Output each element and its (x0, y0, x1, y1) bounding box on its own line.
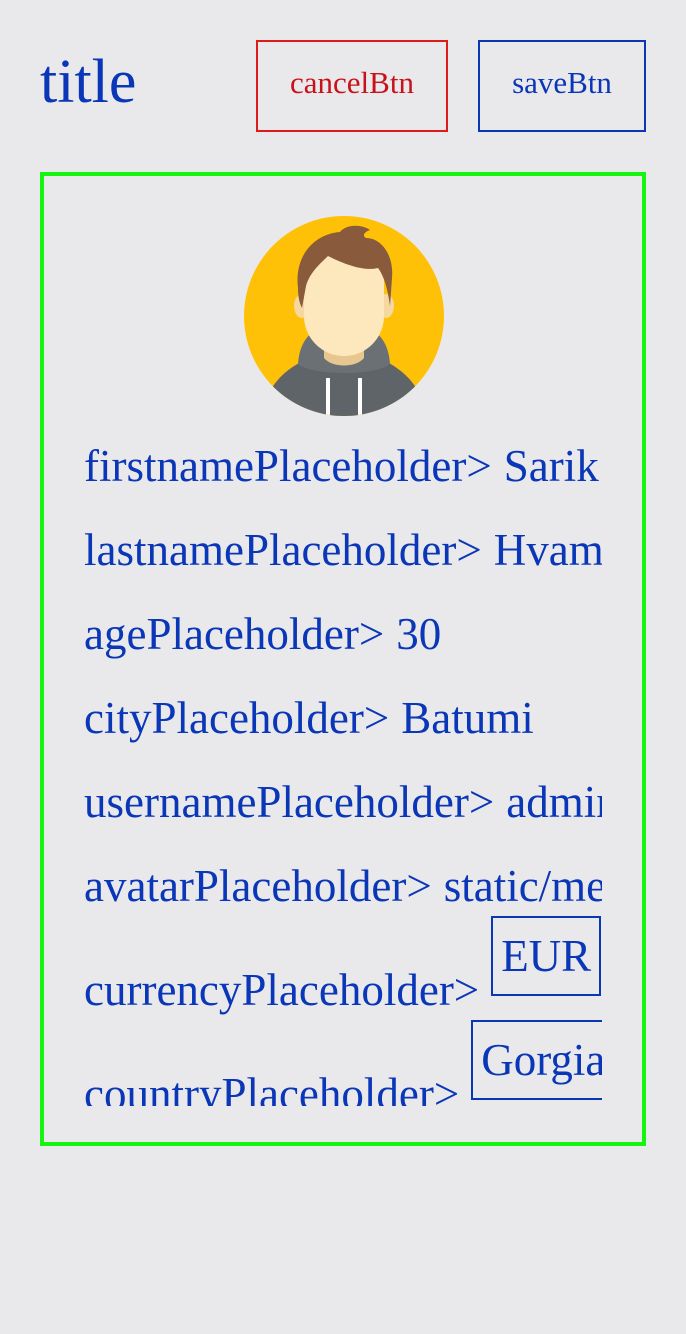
profile-fields: firstnamePlaceholder> Sarik lastnamePlac… (84, 424, 602, 1106)
country-label: countryPlaceholder> (84, 1069, 460, 1106)
firstname-row: firstnamePlaceholder> Sarik (84, 424, 599, 508)
age-row: agePlaceholder> 30 (84, 592, 441, 676)
avatar-label: avatarPlaceholder> (84, 861, 432, 911)
firstname-value[interactable]: Sarik (504, 440, 599, 492)
avatar-value[interactable]: static/media/avatar.png (444, 860, 602, 912)
username-label: usernamePlaceholder> (84, 777, 495, 827)
firstname-label: firstnamePlaceholder> (84, 441, 492, 491)
user-avatar-icon (244, 216, 444, 416)
lastname-row: lastnamePlaceholder> Hvamazov (84, 508, 602, 592)
age-label: agePlaceholder> (84, 609, 385, 659)
city-row: cityPlaceholder> Batumi (84, 676, 534, 760)
lastname-label: lastnamePlaceholder> (84, 525, 482, 575)
profile-card: firstnamePlaceholder> Sarik lastnamePlac… (40, 172, 646, 1146)
currency-label: currencyPlaceholder> (84, 965, 480, 1015)
country-select[interactable]: Gorgia (471, 1020, 602, 1100)
edit-profile-screen: title cancelBtn saveBtn firstnamePlaceho… (0, 0, 686, 1334)
currency-select[interactable]: EUR (491, 916, 602, 996)
cancel-button[interactable]: cancelBtn (256, 40, 448, 132)
page-title: title (40, 48, 137, 116)
username-value[interactable]: admin (506, 776, 602, 828)
city-value[interactable]: Batumi (401, 692, 534, 744)
age-value[interactable]: 30 (396, 608, 441, 660)
city-label: cityPlaceholder> (84, 693, 390, 743)
country-row: countryPlaceholder> Gorgia (84, 1020, 602, 1106)
lastname-value[interactable]: Hvamazov (494, 524, 602, 576)
save-button[interactable]: saveBtn (478, 40, 646, 132)
username-row: usernamePlaceholder> admin (84, 760, 602, 844)
